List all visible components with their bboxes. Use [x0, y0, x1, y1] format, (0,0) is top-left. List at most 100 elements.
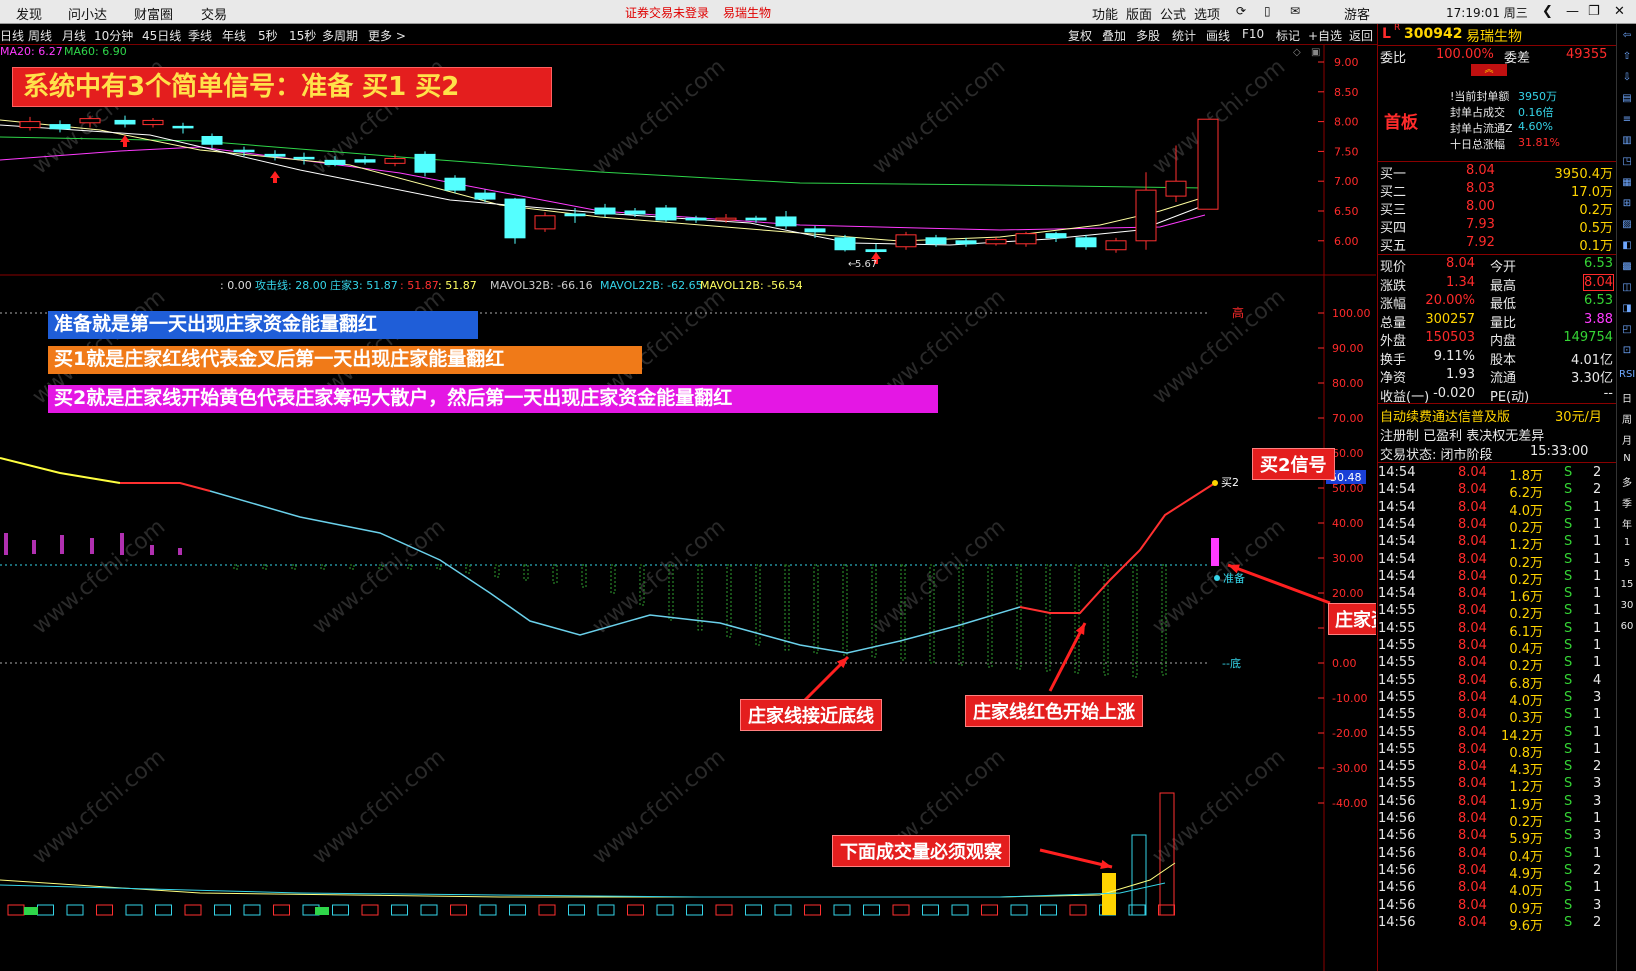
tick-row[interactable]: 14:54 8.04 4.0万 S 1: [1378, 500, 1613, 519]
collapse-icon[interactable]: ︽: [1471, 64, 1507, 76]
menu-options[interactable]: 选项: [1194, 4, 1220, 23]
mail-icon[interactable]: ✉: [1290, 4, 1300, 18]
side-period-button[interactable]: 季: [1619, 495, 1635, 510]
side-tool-icon[interactable]: ▨: [1619, 219, 1635, 230]
side-period-button[interactable]: 15: [1619, 579, 1635, 590]
login-notice[interactable]: 证券交易未登录 易瑞生物: [625, 4, 785, 21]
side-tool-icon[interactable]: ▥: [1619, 135, 1635, 146]
side-period-button[interactable]: 30: [1619, 600, 1635, 611]
btn-overlay[interactable]: 叠加: [1102, 27, 1126, 44]
side-tool-icon[interactable]: ◫: [1619, 282, 1635, 293]
bid-row[interactable]: 买四 7.93 0.5万: [1380, 217, 1615, 236]
period-10min[interactable]: 10分钟: [94, 27, 133, 44]
btn-multi-stock[interactable]: 多股: [1136, 27, 1160, 44]
bid-row[interactable]: 买五 7.92 0.1万: [1380, 235, 1615, 254]
tick-row[interactable]: 14:55 8.04 1.2万 S 3: [1378, 776, 1613, 795]
menu-ask[interactable]: 问小达: [68, 4, 107, 23]
tick-row[interactable]: 14:54 8.04 1.2万 S 1: [1378, 534, 1613, 553]
side-tool-icon[interactable]: ≡: [1619, 114, 1635, 125]
back-icon[interactable]: ❮: [1542, 4, 1553, 19]
side-period-button[interactable]: N: [1619, 453, 1635, 464]
side-tool-icon[interactable]: ◨: [1619, 303, 1635, 314]
period-season[interactable]: 季线: [188, 27, 212, 44]
side-period-button[interactable]: 5: [1619, 558, 1635, 569]
tick-row[interactable]: 14:55 8.04 4.3万 S 2: [1378, 759, 1613, 778]
tick-row[interactable]: 14:56 8.04 5.9万 S 3: [1378, 828, 1613, 847]
menu-discover[interactable]: 发现: [16, 4, 42, 23]
menu-trade[interactable]: 交易: [201, 4, 227, 23]
side-tool-icon[interactable]: ◳: [1619, 156, 1635, 167]
kline-chart[interactable]: www.cfchi.com www.cfchi.com www.cfchi.com w…: [0, 45, 1376, 971]
tick-row[interactable]: 14:55 8.04 0.2万 S 1: [1378, 655, 1613, 674]
refresh-icon[interactable]: ⟳: [1236, 4, 1246, 18]
tick-row[interactable]: 14:56 8.04 4.0万 S 1: [1378, 880, 1613, 899]
guest-label[interactable]: 游客: [1344, 4, 1370, 23]
tick-row[interactable]: 14:55 8.04 4.0万 S 3: [1378, 690, 1613, 709]
btn-fuquan[interactable]: 复权: [1068, 27, 1092, 44]
close-icon[interactable]: ✕: [1614, 4, 1625, 19]
side-period-button[interactable]: 1: [1619, 537, 1635, 548]
period-45day[interactable]: 45日线: [142, 27, 181, 44]
btn-draw[interactable]: 画线: [1206, 27, 1230, 44]
side-period-button[interactable]: 60: [1619, 621, 1635, 632]
period-multi[interactable]: 多周期: [322, 27, 358, 44]
side-period-button[interactable]: 多: [1619, 474, 1635, 489]
tick-row[interactable]: 14:54 8.04 1.8万 S 2: [1378, 465, 1613, 484]
menu-function[interactable]: 功能: [1092, 4, 1118, 23]
side-tool-icon[interactable]: ⇩: [1619, 72, 1635, 83]
side-period-button[interactable]: 月: [1619, 432, 1635, 447]
period-week[interactable]: 周线: [28, 27, 52, 44]
tick-row[interactable]: 14:56 8.04 0.9万 S 3: [1378, 898, 1613, 917]
period-day[interactable]: 日线: [0, 27, 24, 44]
side-tool-icon[interactable]: ◧: [1619, 240, 1635, 251]
tick-row[interactable]: 14:54 8.04 0.2万 S 1: [1378, 517, 1613, 536]
tick-row[interactable]: 14:54 8.04 0.2万 S 1: [1378, 552, 1613, 571]
btn-add-favorite[interactable]: +自选: [1308, 27, 1342, 44]
side-tool-icon[interactable]: ◰: [1619, 324, 1635, 335]
notice-login[interactable]: 证券交易未登录: [625, 6, 709, 20]
btn-f10[interactable]: F10: [1242, 27, 1264, 41]
tick-row[interactable]: 14:55 8.04 6.1万 S 1: [1378, 621, 1613, 640]
chart-area[interactable]: www.cfchi.com www.cfchi.com www.cfchi.com w…: [0, 45, 1376, 971]
btn-stats[interactable]: 统计: [1172, 27, 1196, 44]
side-period-button[interactable]: 周: [1619, 411, 1635, 426]
tick-row[interactable]: 14:55 8.04 14.2万 S 1: [1378, 725, 1613, 744]
tick-row[interactable]: 14:55 8.04 0.4万 S 1: [1378, 638, 1613, 657]
menu-layout[interactable]: 版面: [1126, 4, 1152, 23]
btn-return[interactable]: 返回: [1349, 27, 1373, 44]
tick-row[interactable]: 14:56 8.04 1.9万 S 3: [1378, 794, 1613, 813]
side-tool-icon[interactable]: ▤: [1619, 93, 1635, 104]
side-period-button[interactable]: RSI: [1619, 369, 1635, 380]
btn-mark[interactable]: 标记: [1276, 27, 1300, 44]
tick-row[interactable]: 14:55 8.04 0.3万 S 1: [1378, 707, 1613, 726]
menu-wealth[interactable]: 财富圈: [134, 4, 173, 23]
period-more[interactable]: 更多 >: [368, 27, 406, 44]
minimize-icon[interactable]: —: [1566, 4, 1579, 19]
side-tool-icon[interactable]: ▦: [1619, 177, 1635, 188]
tick-row[interactable]: 14:56 8.04 9.6万 S 2: [1378, 915, 1613, 934]
restore-icon[interactable]: ❐: [1588, 4, 1600, 19]
phone-icon[interactable]: ▯: [1264, 4, 1271, 18]
tick-row[interactable]: 14:56 8.04 0.4万 S 1: [1378, 846, 1613, 865]
side-tool-icon[interactable]: ⇦: [1619, 30, 1635, 41]
tick-row[interactable]: 14:54 8.04 1.6万 S 1: [1378, 586, 1613, 605]
bid-row[interactable]: 买三 8.00 0.2万: [1380, 199, 1615, 218]
menu-formula[interactable]: 公式: [1160, 4, 1186, 23]
tick-row[interactable]: 14:55 8.04 6.8万 S 4: [1378, 673, 1613, 692]
tick-row[interactable]: 14:54 8.04 6.2万 S 2: [1378, 482, 1613, 501]
period-month[interactable]: 月线: [62, 27, 86, 44]
tick-row[interactable]: 14:54 8.04 0.2万 S 1: [1378, 569, 1613, 588]
tick-row[interactable]: 14:56 8.04 4.9万 S 2: [1378, 863, 1613, 882]
side-tool-icon[interactable]: ⊞: [1619, 198, 1635, 209]
tick-row[interactable]: 14:55 8.04 0.2万 S 1: [1378, 603, 1613, 622]
period-15sec[interactable]: 15秒: [289, 27, 316, 44]
side-tool-icon[interactable]: ⇧: [1619, 51, 1635, 62]
tick-row[interactable]: 14:55 8.04 0.8万 S 1: [1378, 742, 1613, 761]
period-year[interactable]: 年线: [222, 27, 246, 44]
tick-row[interactable]: 14:56 8.04 0.2万 S 1: [1378, 811, 1613, 830]
side-tool-icon[interactable]: ⊡: [1619, 345, 1635, 356]
side-tool-icon[interactable]: ▩: [1619, 261, 1635, 272]
side-period-button[interactable]: 年: [1619, 516, 1635, 531]
bid-row[interactable]: 买一 8.04 3950.4万: [1380, 163, 1615, 182]
period-5sec[interactable]: 5秒: [258, 27, 278, 44]
